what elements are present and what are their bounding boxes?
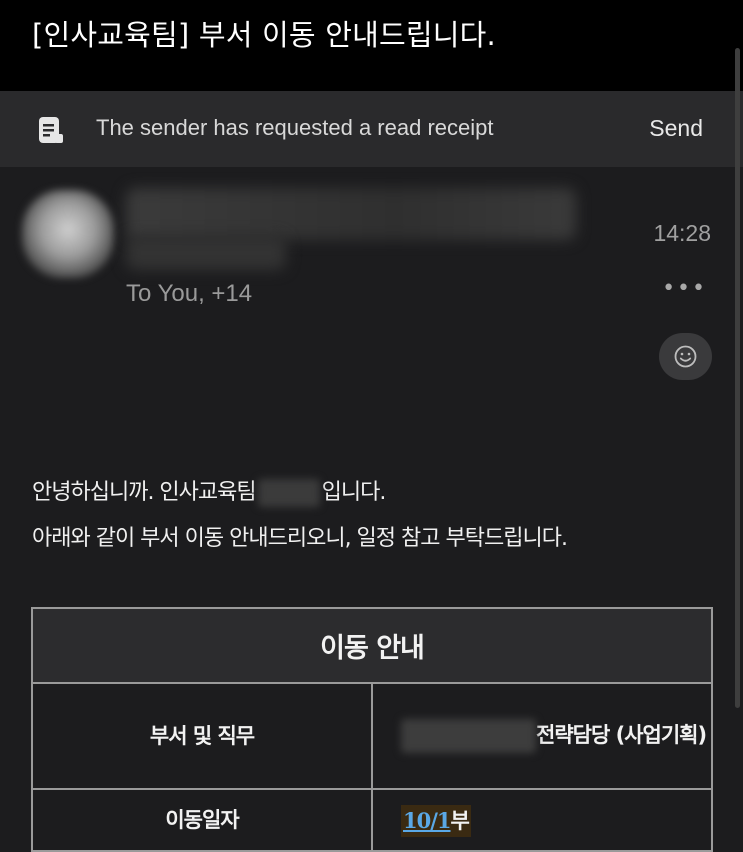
dept-value: 전략담당 (사업기획) [371, 682, 713, 790]
document-icon [39, 117, 63, 143]
reaction-button[interactable] [659, 333, 712, 380]
dept-role: 전략담당 (사업기획) [536, 723, 707, 747]
transfer-info-table: 이동 안내 부서 및 직무 전략담당 (사업기획) 이동일자 10/1부 [31, 607, 713, 852]
smiley-icon [674, 345, 697, 368]
read-receipt-message: The sender has requested a read receipt [96, 115, 494, 140]
read-receipt-bar: The sender has requested a read receipt … [0, 91, 743, 167]
sender-name-redacted-inline [257, 479, 320, 507]
date-link[interactable]: 10/1 [403, 808, 452, 833]
date-suffix: 부 [450, 809, 470, 833]
recipients-summary[interactable]: To You, +14 [126, 280, 252, 308]
dept-label: 부서 및 직무 [31, 682, 373, 790]
date-value: 10/1부 [371, 788, 713, 852]
sender-name-redacted [126, 188, 576, 240]
greeting-line: 안녕하십니까. 인사교육팀 입니다. [32, 474, 387, 507]
greeting-suffix: 입니다. [321, 480, 387, 505]
subject-header: [인사교육팀] 부서 이동 안내드립니다. [0, 0, 743, 91]
email-subject: [인사교육팀] 부서 이동 안내드립니다. [32, 18, 496, 52]
email-time: 14:28 [653, 220, 711, 246]
send-receipt-button[interactable]: Send [649, 115, 703, 142]
sender-avatar[interactable] [22, 190, 114, 278]
table-header: 이동 안내 [31, 607, 713, 684]
date-label: 이동일자 [31, 788, 373, 852]
intro-line: 아래와 같이 부서 이동 안내드리오니, 일정 참고 부탁드립니다. [32, 526, 568, 551]
scrollbar[interactable] [735, 48, 740, 708]
more-options-button[interactable]: ••• [662, 276, 707, 301]
date-highlight: 10/1부 [401, 805, 471, 837]
greeting-prefix: 안녕하십니까. 인사교육팀 [32, 480, 257, 505]
dept-name-redacted [401, 719, 536, 753]
sender-detail-redacted [126, 236, 286, 270]
